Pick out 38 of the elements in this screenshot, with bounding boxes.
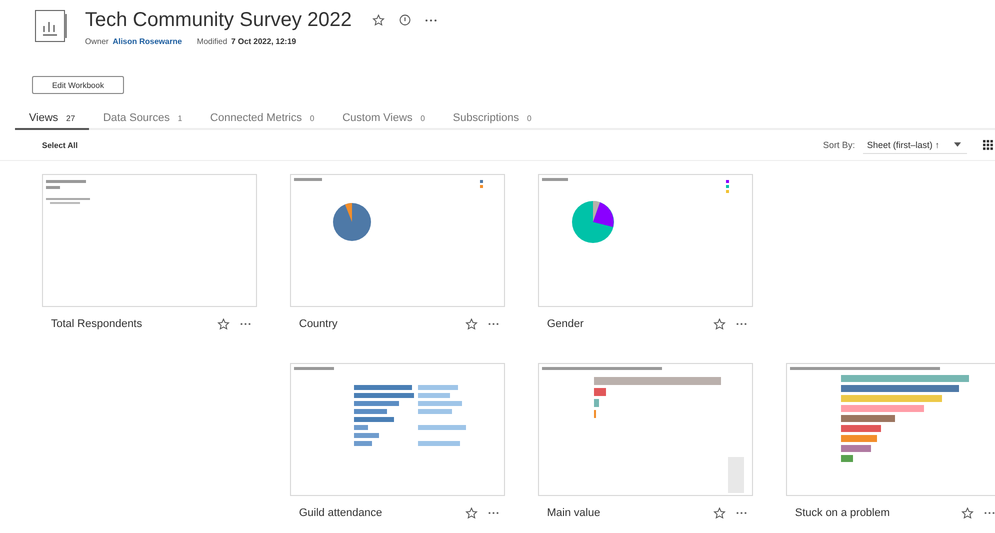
workbook-icon xyxy=(35,10,67,42)
more-icon[interactable] xyxy=(984,511,995,515)
select-all-link[interactable]: Select All xyxy=(42,140,78,150)
modified-date: 7 Oct 2022, 12:19 xyxy=(231,37,296,46)
more-icon[interactable] xyxy=(488,322,499,326)
star-icon[interactable] xyxy=(465,506,478,520)
owner-link[interactable]: Alison Rosewarne xyxy=(112,37,182,46)
tab[interactable]: Data Sources 1 xyxy=(89,108,196,130)
info-icon[interactable] xyxy=(398,14,411,26)
modified-label: Modified xyxy=(196,37,228,46)
tab[interactable]: Custom Views 0 xyxy=(328,108,439,130)
more-icon[interactable] xyxy=(240,322,251,326)
star-icon[interactable] xyxy=(713,318,726,330)
sort-label: Sort By: xyxy=(822,140,855,150)
star-icon[interactable] xyxy=(713,506,726,520)
star-icon[interactable] xyxy=(465,318,478,330)
view-name[interactable]: Main value xyxy=(547,507,703,519)
tab[interactable]: Subscriptions 0 xyxy=(438,108,546,130)
tab[interactable]: Views 27 xyxy=(15,108,90,130)
sort-dropdown[interactable]: Sheet (first–last) ↑ xyxy=(863,136,967,154)
more-icon[interactable] xyxy=(736,322,747,326)
owner-label: Owner xyxy=(85,37,109,46)
view-name[interactable]: Guild attendance xyxy=(299,507,455,519)
star-icon[interactable] xyxy=(961,506,974,520)
more-icon[interactable] xyxy=(488,511,499,515)
edit-workbook-button[interactable]: Edit Workbook xyxy=(32,76,124,94)
star-icon[interactable] xyxy=(217,318,230,330)
grid-view-icon[interactable] xyxy=(983,140,993,150)
more-icon[interactable] xyxy=(424,18,437,22)
view-name[interactable]: Total Respondents xyxy=(51,318,207,330)
view-name[interactable]: Gender xyxy=(547,318,703,330)
tab[interactable]: Connected Metrics 0 xyxy=(196,108,328,130)
more-icon[interactable] xyxy=(736,511,747,515)
view-name[interactable]: Country xyxy=(299,318,455,330)
caret-icon xyxy=(954,142,961,147)
workbook-title: Tech Community Survey 2022 xyxy=(85,9,352,31)
view-name[interactable]: Stuck on a problem xyxy=(795,507,951,519)
star-icon[interactable] xyxy=(372,14,385,26)
